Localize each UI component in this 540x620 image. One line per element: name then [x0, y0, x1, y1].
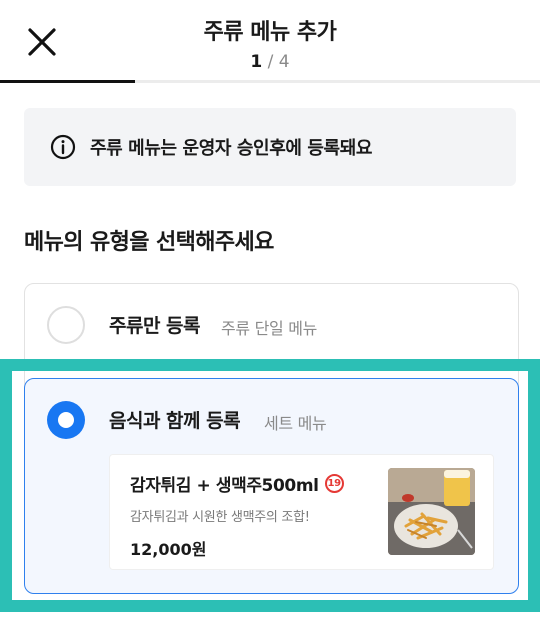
menu-description: 감자튀김과 시원한 생맥주의 조합! [130, 510, 310, 525]
option-label: 음식과 함께 등록 [109, 410, 241, 432]
option-liquor-only[interactable]: 주류만 등록 주류 단일 메뉴 [24, 283, 519, 393]
step-total: 4 [278, 52, 290, 72]
menu-price: 12,000원 [130, 540, 207, 559]
progress-fill [0, 80, 135, 83]
step-current: 1 [250, 52, 263, 72]
notice-banner: 주류 메뉴는 운영자 승인후에 등록돼요 [24, 108, 516, 186]
step-indicator: 1 / 4 [0, 52, 540, 72]
menu-image [388, 468, 475, 555]
age-restriction-icon: 19 [324, 474, 344, 493]
menu-name: 감자튀김 + 생맥주500ml [130, 476, 319, 496]
notice-text: 주류 메뉴는 운영자 승인후에 등록돼요 [90, 138, 373, 159]
section-title: 메뉴의 유형을 선택해주세요 [24, 230, 274, 255]
fries-and-beer-image [388, 468, 475, 555]
info-icon [50, 134, 76, 160]
radio-selected[interactable] [47, 401, 85, 439]
header: 주류 메뉴 추가 1 / 4 [0, 0, 540, 83]
option-subtitle: 세트 메뉴 [264, 414, 327, 433]
radio-unselected[interactable] [47, 306, 85, 344]
option-label: 주류만 등록 [109, 315, 201, 337]
page-title: 주류 메뉴 추가 [203, 20, 337, 45]
option-with-food[interactable]: 음식과 함께 등록 세트 메뉴 감자튀김 + 생맥주500ml 19 감자튀김과… [24, 378, 519, 594]
menu-name-row: 감자튀김 + 생맥주500ml 19 [130, 471, 344, 496]
option-subtitle: 주류 단일 메뉴 [221, 319, 318, 338]
step-separator: / [262, 52, 279, 72]
menu-card[interactable]: 감자튀김 + 생맥주500ml 19 감자튀김과 시원한 생맥주의 조합! 12… [109, 454, 494, 570]
